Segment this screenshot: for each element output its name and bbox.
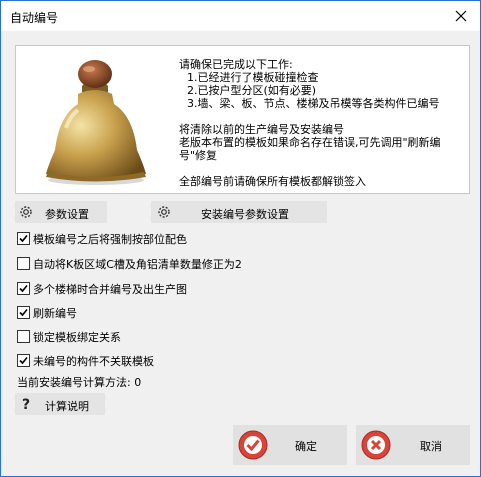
notice-line-intro: 请确保已完成以下工作:	[179, 58, 293, 71]
notice-final: 全部编号前请确保所有模板都解锁签入	[179, 175, 366, 188]
checkmark-icon	[19, 356, 28, 365]
checkmark-circle-icon	[238, 430, 268, 460]
question-icon: ?	[22, 397, 30, 412]
install-param-settings-label: 安装编号参数设置	[201, 208, 289, 221]
install-param-settings-button[interactable]: 安装编号参数设置	[151, 201, 327, 223]
option-label: 多个楼梯时合并编号及出生产图	[33, 283, 187, 296]
notice-item-3: 3.墙、梁、板、节点、楼梯及吊模等各类构件已编号	[187, 97, 440, 110]
ok-label: 确定	[295, 440, 317, 453]
notice-item-2: 2.已按户型分区(如有必要)	[187, 84, 317, 97]
notice-warning-2a: 老版本布置的模板如果命名存在错误,可先调用"刷新编	[179, 136, 441, 149]
option-label: 模板编号之后将强制按部位配色	[33, 233, 187, 246]
notice-warning-1: 将清除以前的生产编号及安装编号	[179, 123, 344, 136]
gear-icon	[158, 206, 170, 218]
option-label: 自动将K板区域C槽及角铝清单数量修正为2	[33, 258, 242, 271]
notice-panel: 请确保已完成以下工作: 1.已经进行了模板碰撞检查 2.已按户型分区(如有必要)…	[15, 45, 470, 194]
notice-warning-2b: 号"修复	[179, 149, 218, 162]
gear-icon	[20, 206, 32, 218]
checkmark-icon	[19, 234, 28, 243]
checkbox[interactable]	[17, 232, 30, 245]
close-icon	[455, 10, 467, 22]
calc-help-label: 计算说明	[45, 400, 89, 413]
notice-item-1: 1.已经进行了模板碰撞检查	[187, 71, 319, 84]
cancel-circle-icon	[361, 430, 391, 460]
checkbox[interactable]	[17, 354, 30, 367]
notice-text: 请确保已完成以下工作: 1.已经进行了模板碰撞检查 2.已按户型分区(如有必要)…	[179, 58, 464, 188]
close-button[interactable]	[450, 5, 472, 27]
install-method-text: 当前安装编号计算方法: 0	[17, 376, 142, 389]
auto-numbering-dialog: 自动编号 请确保已完成以下工作: 1.已经进行了模板碰撞检查 2.已按户型分区(…	[0, 0, 481, 477]
option-label: 刷新编号	[33, 307, 77, 320]
bell-icon	[46, 60, 146, 185]
param-settings-button[interactable]: 参数设置	[15, 201, 107, 223]
checkbox[interactable]	[17, 257, 30, 270]
ok-button[interactable]: 确定	[233, 425, 347, 465]
checkmark-icon	[19, 284, 28, 293]
title-bar: 自动编号	[1, 1, 480, 31]
checkmark-icon	[19, 308, 28, 317]
checkbox[interactable]	[17, 330, 30, 343]
cancel-button[interactable]: 取消	[356, 425, 470, 465]
window-title: 自动编号	[10, 11, 59, 25]
option-label: 锁定模板绑定关系	[33, 331, 121, 344]
param-settings-label: 参数设置	[45, 208, 89, 221]
svg-text:?: ?	[22, 397, 30, 412]
checkbox[interactable]	[17, 282, 30, 295]
cancel-label: 取消	[420, 440, 442, 453]
checkbox[interactable]	[17, 306, 30, 319]
option-label: 未编号的构件不关联模板	[33, 355, 154, 368]
calc-help-button[interactable]: ? 计算说明	[15, 393, 105, 415]
